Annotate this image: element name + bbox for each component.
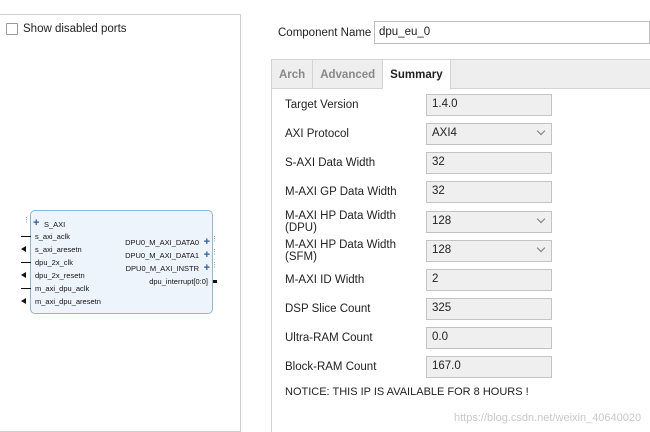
port-pin-icon	[21, 236, 31, 237]
param-s-axi-data-width: S-AXI Data Width 32	[285, 152, 552, 174]
show-disabled-ports-label: Show disabled ports	[23, 23, 127, 35]
port-arrow-icon	[21, 246, 26, 252]
ip-customization-window: Show disabled ports + ⋮ S_AXI s_axi_aclk…	[0, 0, 650, 432]
port-dpu-2x-resetn: dpu_2x_resetn	[35, 271, 85, 280]
port-dpu0-m-axi-data0: DPU0_M_AXI_DATA0	[125, 238, 199, 247]
param-target-version: Target Version 1.4.0	[285, 94, 552, 116]
axi-protocol-select[interactable]: AXI4	[426, 123, 552, 145]
expand-port-plus-icon[interactable]: +	[204, 237, 210, 248]
param-axi-protocol: AXI Protocol AXI4	[285, 123, 552, 145]
param-label: M-AXI HP Data Width (DPU)	[285, 210, 396, 234]
component-name-label: Component Name	[278, 26, 372, 39]
param-dsp-slice-count: DSP Slice Count 325	[285, 298, 552, 320]
chevron-down-icon	[536, 214, 546, 224]
component-name-input[interactable]: dpu_eu_0	[374, 21, 650, 44]
port-m-axi-dpu-aclk: m_axi_dpu_aclk	[35, 284, 90, 293]
hp-sfm-width-select[interactable]: 128	[426, 240, 552, 262]
param-m-axi-hp-sfm: M-AXI HP Data Width (SFM) 128	[285, 239, 552, 263]
port-pin-icon	[213, 280, 217, 283]
chevron-down-icon	[536, 243, 546, 253]
param-label: Target Version	[285, 99, 359, 111]
param-value-field: 325	[426, 298, 552, 320]
tab-bar: Arch Advanced Summary	[272, 60, 650, 90]
param-m-axi-id-width: M-AXI ID Width 2	[285, 269, 552, 291]
config-tabs-panel: Arch Advanced Summary Target Version 1.4…	[271, 59, 650, 432]
select-value: 128	[432, 244, 452, 256]
param-value-field: 0.0	[426, 327, 552, 349]
param-label: S-AXI Data Width	[285, 157, 376, 169]
port-dpu0-m-axi-data1: DPU0_M_AXI_DATA1	[125, 251, 199, 260]
bus-dots-icon: ⋮	[211, 262, 218, 269]
port-s-axi-aclk: s_axi_aclk	[35, 232, 71, 241]
param-value-field: 1.4.0	[426, 94, 552, 116]
port-dpu-2x-clk: dpu_2x_clk	[35, 258, 73, 267]
select-value: 128	[432, 215, 452, 227]
port-arrow-icon	[21, 298, 26, 304]
param-value-field: 2	[426, 269, 552, 291]
show-disabled-ports-checkbox[interactable]	[6, 23, 18, 35]
param-label: Block-RAM Count	[285, 361, 377, 373]
param-value-field: 32	[426, 181, 552, 203]
tab-arch[interactable]: Arch	[272, 60, 314, 89]
bus-dots-icon: ⋮	[23, 217, 30, 224]
port-pin-icon	[21, 288, 31, 289]
select-value: AXI4	[432, 127, 457, 139]
show-disabled-ports-option[interactable]: Show disabled ports	[6, 23, 127, 35]
expand-port-plus-icon[interactable]: +	[204, 263, 210, 274]
param-block-ram-count: Block-RAM Count 167.0	[285, 356, 552, 378]
chevron-down-icon	[536, 126, 546, 136]
port-s-axi-aresetn: s_axi_aresetn	[35, 245, 82, 254]
param-label: AXI Protocol	[285, 128, 349, 140]
param-label: M-AXI GP Data Width	[285, 186, 397, 198]
param-value-field: 32	[426, 152, 552, 174]
param-m-axi-hp-dpu: M-AXI HP Data Width (DPU) 128	[285, 210, 552, 234]
param-label: DSP Slice Count	[285, 303, 371, 315]
port-dpu-interrupt: dpu_interrupt[0:0]	[149, 277, 208, 286]
bus-dots-icon: ⋮	[211, 249, 218, 256]
port-arrow-icon	[21, 272, 26, 278]
tab-advanced[interactable]: Advanced	[313, 60, 384, 89]
port-s-axi: S_AXI	[44, 220, 66, 229]
ip-block-symbol: + ⋮ S_AXI s_axi_aclk s_axi_aresetn dpu_2…	[21, 210, 218, 314]
hp-dpu-width-select[interactable]: 128	[426, 211, 552, 233]
port-pin-icon	[21, 262, 31, 263]
watermark-text: https://blog.csdn.net/weixin_40640020	[454, 412, 642, 424]
port-m-axi-dpu-aresetn: m_axi_dpu_aresetn	[35, 297, 101, 306]
param-label: M-AXI ID Width	[285, 274, 365, 286]
param-label: M-AXI HP Data Width (SFM)	[285, 239, 396, 263]
tab-summary[interactable]: Summary	[383, 60, 451, 90]
param-ultra-ram-count: Ultra-RAM Count 0.0	[285, 327, 552, 349]
bus-dots-icon: ⋮	[211, 236, 218, 243]
license-notice: NOTICE: THIS IP IS AVAILABLE FOR 8 HOURS…	[285, 386, 529, 398]
expand-port-plus-icon[interactable]: +	[33, 218, 39, 229]
component-name-row: Component Name dpu_eu_0	[278, 21, 650, 44]
expand-port-plus-icon[interactable]: +	[204, 250, 210, 261]
param-m-axi-gp-data-width: M-AXI GP Data Width 32	[285, 181, 552, 203]
param-value-field: 167.0	[426, 356, 552, 378]
param-label: Ultra-RAM Count	[285, 332, 373, 344]
port-dpu0-m-axi-instr: DPU0_M_AXI_INSTR	[125, 264, 199, 273]
